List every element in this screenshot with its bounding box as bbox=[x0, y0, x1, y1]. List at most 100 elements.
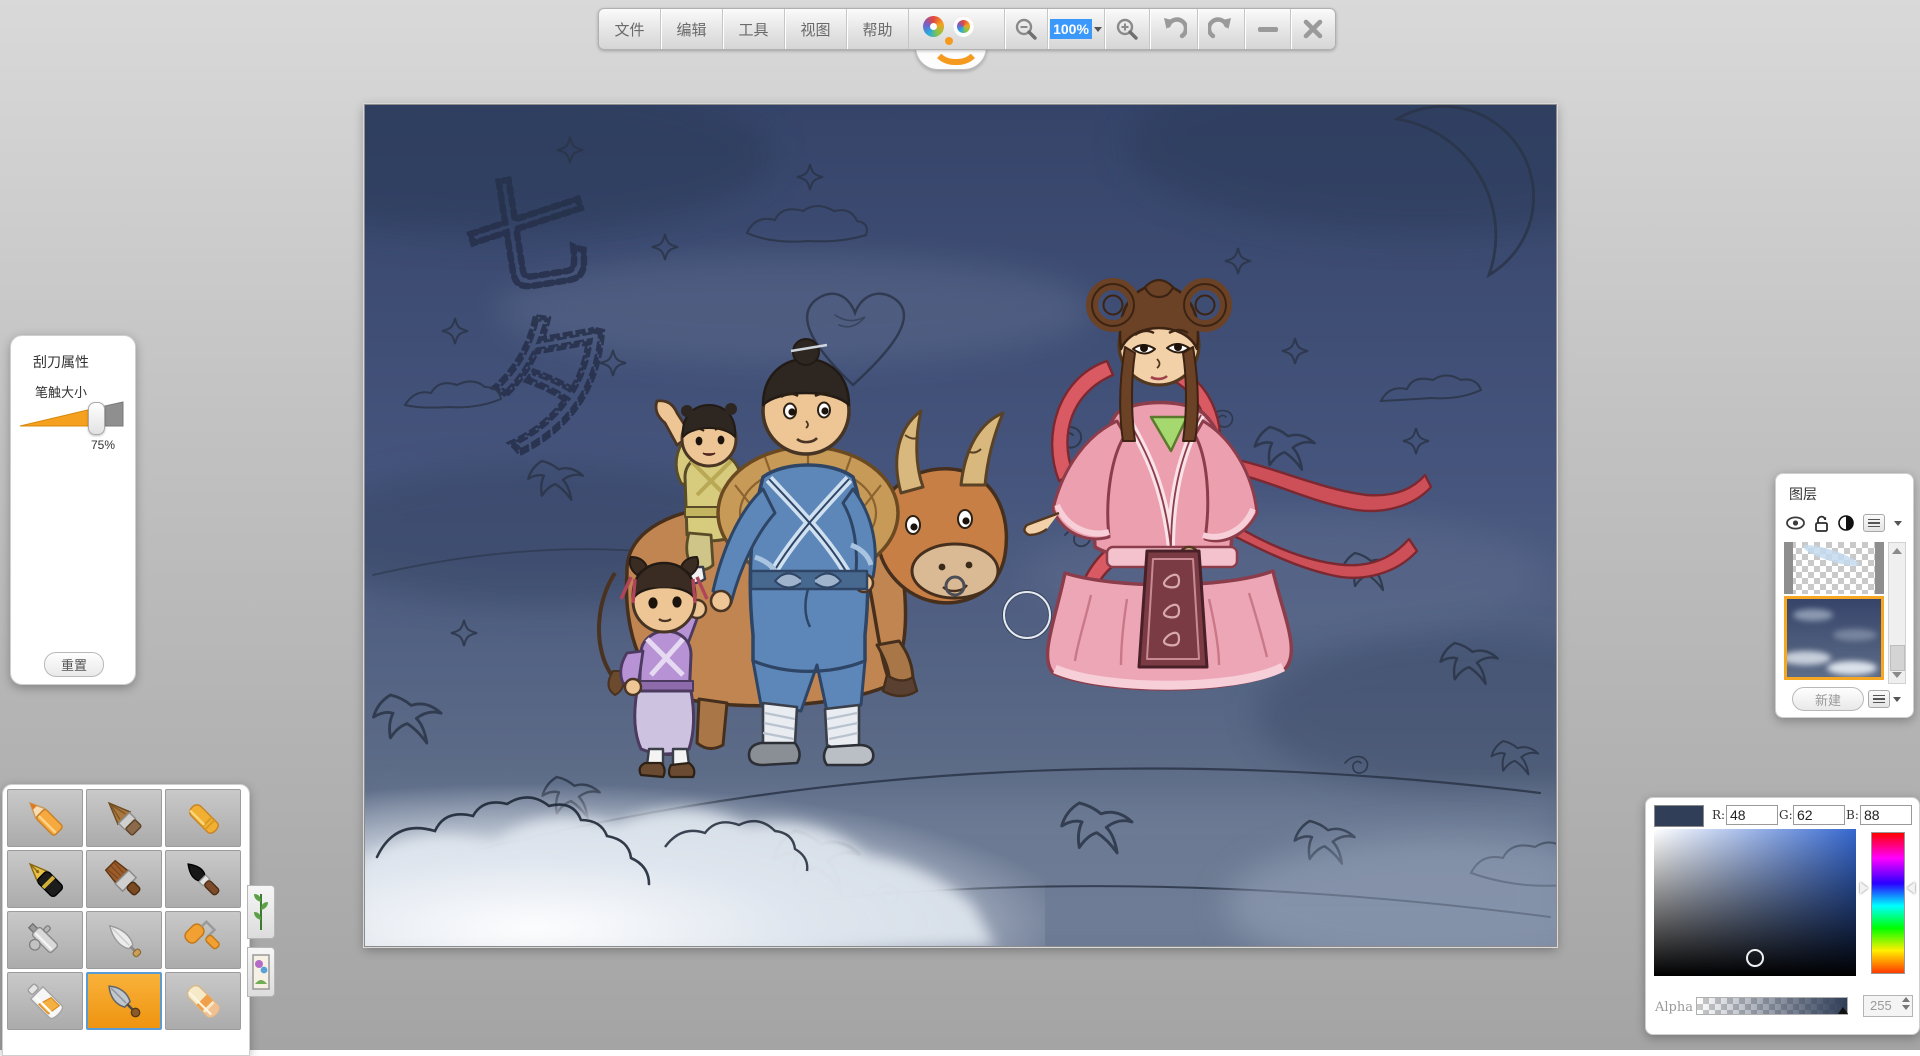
spin-up-icon[interactable] bbox=[1902, 997, 1910, 1002]
ink-brush-icon bbox=[170, 846, 235, 911]
logo-nose-icon bbox=[945, 37, 953, 45]
tool-paint-roller[interactable] bbox=[165, 911, 241, 969]
layer-options-menu[interactable] bbox=[1868, 690, 1901, 708]
sketch-char-xi: 夕 bbox=[473, 295, 638, 474]
layer-scrollbar[interactable] bbox=[1888, 542, 1906, 684]
lock-icon[interactable] bbox=[1814, 515, 1829, 532]
tool-scraper[interactable] bbox=[86, 972, 162, 1030]
paint-roller-icon bbox=[170, 907, 235, 972]
current-color-swatch bbox=[1654, 805, 1704, 827]
scroll-down-icon[interactable] bbox=[1892, 672, 1902, 678]
paint-tube-icon bbox=[12, 968, 77, 1033]
tool-airbrush[interactable] bbox=[7, 911, 83, 969]
thumbnail-cloud bbox=[1793, 609, 1833, 621]
thumb-letterbox bbox=[1784, 542, 1793, 594]
chevron-down-icon[interactable] bbox=[1094, 27, 1102, 32]
magnifier-minus-icon bbox=[1014, 17, 1038, 41]
tool-flat-brush[interactable] bbox=[86, 850, 162, 908]
logo-left-eye-icon bbox=[923, 16, 944, 37]
layer-blend-menu-button[interactable] bbox=[1863, 514, 1885, 532]
nature-brush-button[interactable] bbox=[247, 885, 275, 939]
logo-smile-bump bbox=[915, 47, 987, 70]
undo-button[interactable] bbox=[1149, 9, 1197, 49]
hue-strip[interactable] bbox=[1871, 832, 1905, 974]
layer-item-sketch[interactable] bbox=[1784, 542, 1884, 594]
app-logo bbox=[908, 9, 1004, 49]
alpha-slider[interactable] bbox=[1696, 997, 1848, 1015]
menu-tools[interactable]: 工具 bbox=[722, 9, 784, 49]
zoom-level-combo[interactable]: 100% bbox=[1047, 9, 1104, 49]
panel-drag-handle[interactable] bbox=[131, 356, 154, 422]
airbrush-icon bbox=[12, 907, 77, 972]
plant-icon bbox=[253, 892, 269, 932]
alpha-spinner[interactable]: 255 bbox=[1863, 995, 1913, 1017]
hue-marker-right[interactable] bbox=[1907, 882, 1915, 894]
hue-marker-left[interactable] bbox=[1860, 882, 1868, 894]
close-button[interactable] bbox=[1290, 9, 1335, 49]
slider-handle[interactable] bbox=[88, 402, 105, 435]
menu-view[interactable]: 视图 bbox=[784, 9, 846, 49]
menu-edit[interactable]: 编辑 bbox=[660, 9, 722, 49]
scroll-up-icon[interactable] bbox=[1892, 548, 1902, 554]
picture-icon bbox=[252, 954, 270, 990]
slider-track[interactable] bbox=[17, 400, 127, 436]
panel-drag-handle[interactable] bbox=[1627, 820, 1650, 886]
brush-size-value: 75% bbox=[91, 438, 115, 452]
layers-panel: 图层 bbox=[1775, 473, 1914, 718]
flat-brush-icon bbox=[91, 846, 156, 911]
brush-size-slider[interactable] bbox=[17, 400, 127, 440]
layer-item-sky[interactable] bbox=[1784, 596, 1884, 680]
visibility-eye-icon[interactable] bbox=[1786, 516, 1805, 530]
panel-drag-handle[interactable] bbox=[1756, 504, 1779, 570]
smiley-handle-icon bbox=[247, 816, 267, 852]
minimize-icon bbox=[1258, 27, 1278, 32]
layer-thumbnail-wisp bbox=[1802, 542, 1861, 570]
zoom-in-button[interactable] bbox=[1104, 9, 1149, 49]
thumb-letterbox bbox=[1875, 542, 1884, 594]
tool-eraser[interactable] bbox=[165, 972, 241, 1030]
chevron-down-icon[interactable] bbox=[1894, 521, 1902, 526]
tool-paint-tube[interactable] bbox=[7, 972, 83, 1030]
canvas[interactable]: 七 夕 bbox=[364, 104, 1557, 947]
zoom-out-button[interactable] bbox=[1004, 9, 1047, 49]
redo-button[interactable] bbox=[1197, 9, 1244, 49]
g-input[interactable] bbox=[1793, 805, 1845, 825]
tool-ink-brush[interactable] bbox=[165, 850, 241, 908]
tools-panel bbox=[2, 784, 250, 1056]
new-layer-button[interactable]: 新建 bbox=[1792, 687, 1864, 711]
r-input[interactable] bbox=[1726, 805, 1778, 825]
alpha-value: 255 bbox=[1870, 998, 1892, 1013]
minimize-button[interactable] bbox=[1244, 9, 1290, 49]
tool-pencil[interactable] bbox=[7, 789, 83, 847]
smiley-handle-icon bbox=[1629, 835, 1649, 871]
panel-drag-handle[interactable] bbox=[246, 801, 269, 867]
panel-title: 图层 bbox=[1789, 484, 1817, 504]
alpha-gradient bbox=[1697, 998, 1847, 1014]
undo-icon bbox=[1161, 16, 1187, 42]
thumbnail-cloud bbox=[1833, 629, 1877, 641]
spin-down-icon[interactable] bbox=[1902, 1005, 1910, 1010]
magnifier-plus-icon bbox=[1115, 17, 1139, 41]
saturation-value-square[interactable] bbox=[1654, 829, 1856, 976]
canvas-artwork[interactable]: 七 夕 bbox=[365, 105, 1556, 946]
tool-crayon[interactable] bbox=[165, 789, 241, 847]
scrollbar-thumb[interactable] bbox=[1890, 645, 1905, 671]
redo-icon bbox=[1208, 16, 1234, 42]
tool-palette-knife[interactable] bbox=[86, 911, 162, 969]
reset-button[interactable]: 重置 bbox=[44, 652, 104, 677]
alpha-marker[interactable] bbox=[1838, 1007, 1848, 1014]
layer-controls bbox=[1786, 514, 1904, 532]
main-toolbar: 文件 编辑 工具 视图 帮助 100% bbox=[598, 8, 1336, 50]
tool-charcoal-pencil[interactable] bbox=[86, 789, 162, 847]
thumbnail-cloud bbox=[1827, 661, 1877, 675]
menu-help[interactable]: 帮助 bbox=[846, 9, 908, 49]
menu-file[interactable]: 文件 bbox=[599, 9, 660, 49]
contrast-icon[interactable] bbox=[1838, 515, 1854, 531]
smiley-handle-icon bbox=[1758, 519, 1778, 555]
tool-fountain-pen[interactable] bbox=[7, 850, 83, 908]
sticker-tool-button[interactable] bbox=[247, 947, 275, 997]
pencil-icon bbox=[12, 785, 77, 850]
color-cursor[interactable] bbox=[1746, 949, 1764, 967]
app-window: 文件 编辑 工具 视图 帮助 100% bbox=[0, 0, 1920, 1050]
b-input[interactable] bbox=[1860, 805, 1912, 825]
